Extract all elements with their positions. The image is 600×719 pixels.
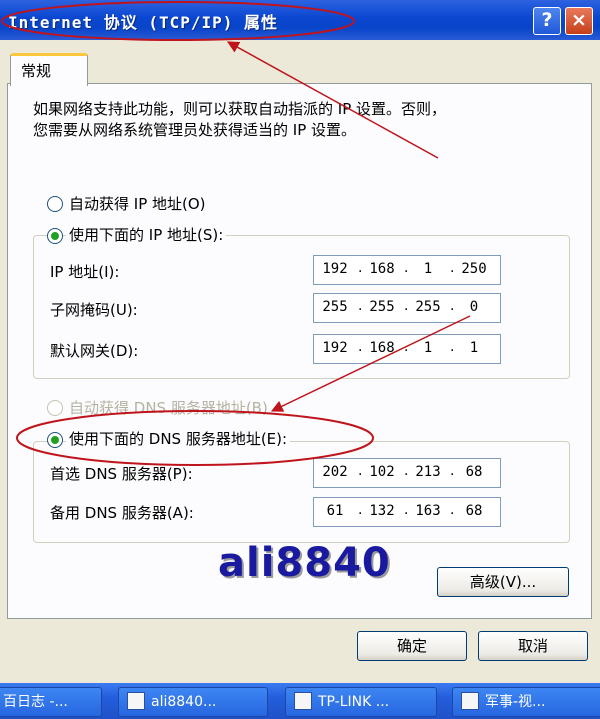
ip-address-field[interactable]: 192. 168. 1. 250 (313, 255, 501, 285)
window-icon (127, 692, 145, 710)
window-icon (461, 692, 479, 710)
taskbar: 百日志 -... ali8840... TP-LINK ... 军事-视... (0, 683, 600, 719)
ok-button[interactable]: 确定 (357, 631, 467, 661)
ip-octet: 255 (322, 299, 348, 315)
subnet-mask-field[interactable]: 255. 255. 255. 0 (313, 293, 501, 323)
advanced-button[interactable]: 高级(V)... (437, 567, 569, 597)
window-title: Internet 协议 (TCP/IP) 属性 (8, 13, 279, 32)
preferred-dns-field[interactable]: 202. 102. 213. 68 (313, 458, 501, 488)
manual-ip-radio[interactable] (47, 228, 63, 244)
taskbar-item-blog[interactable]: 百日志 -... (0, 687, 102, 717)
close-button[interactable]: × (565, 7, 593, 35)
ip-octet: 61 (326, 503, 344, 519)
manual-dns-radio[interactable] (47, 432, 63, 448)
manual-dns-label[interactable]: 使用下面的 DNS 服务器地址(E): (66, 428, 291, 449)
auto-ip-radio[interactable] (47, 196, 63, 212)
ip-octet: 0 (469, 299, 479, 315)
tab-general[interactable]: 常规 (10, 53, 88, 86)
window-icon (294, 692, 312, 710)
watermark-text: ali8840 (218, 540, 391, 586)
ip-octet: 68 (465, 464, 483, 480)
default-gateway-label: 默认网关(D): (50, 342, 139, 360)
auto-dns-radio[interactable] (47, 400, 63, 416)
ip-octet: 163 (415, 503, 441, 519)
help-icon: ? (541, 9, 553, 31)
ip-octet: 168 (369, 261, 395, 277)
description-line-2: 您需要从网络系统管理员处获得适当的 IP 设置。 (33, 121, 357, 139)
alternate-dns-label: 备用 DNS 服务器(A): (50, 504, 194, 522)
title-bar[interactable]: Internet 协议 (TCP/IP) 属性 ? × (0, 0, 600, 40)
auto-dns-label[interactable]: 自动获得 DNS 服务器地址(B) (69, 397, 268, 418)
auto-ip-label[interactable]: 自动获得 IP 地址(O) (69, 193, 206, 214)
manual-ip-label[interactable]: 使用下面的 IP 地址(S): (66, 224, 227, 245)
subnet-mask-label: 子网掩码(U): (50, 301, 138, 319)
description-line-1: 如果网络支持此功能，则可以获取自动指派的 IP 设置。否则， (33, 100, 447, 118)
ip-octet: 213 (415, 464, 441, 480)
ip-octet: 192 (322, 340, 348, 356)
close-icon: × (571, 9, 587, 31)
ip-address-label: IP 地址(I): (50, 263, 120, 281)
preferred-dns-label: 首选 DNS 服务器(P): (50, 465, 193, 483)
help-button[interactable]: ? (533, 7, 561, 35)
ip-octet: 255 (369, 299, 395, 315)
ip-octet: 102 (369, 464, 395, 480)
ip-octet: 255 (415, 299, 441, 315)
ip-octet: 1 (423, 261, 433, 277)
tab-general-label: 常规 (21, 62, 52, 80)
taskbar-item-ali8840[interactable]: ali8840... (118, 687, 268, 717)
taskbar-item-military[interactable]: 军事-视... (452, 687, 600, 717)
ip-octet: 168 (369, 340, 395, 356)
ip-octet: 202 (322, 464, 348, 480)
ip-octet: 192 (322, 261, 348, 277)
cancel-button[interactable]: 取消 (478, 631, 588, 661)
default-gateway-field[interactable]: 192. 168. 1. 1 (313, 334, 501, 364)
ip-octet: 132 (369, 503, 395, 519)
dns-group-box (33, 441, 570, 543)
ip-octet: 1 (423, 340, 433, 356)
taskbar-item-tplink[interactable]: TP-LINK ... (285, 687, 437, 717)
alternate-dns-field[interactable]: 61. 132. 163. 68 (313, 497, 501, 527)
ip-octet: 1 (469, 340, 479, 356)
ip-octet: 250 (461, 261, 487, 277)
ip-octet: 68 (465, 503, 483, 519)
